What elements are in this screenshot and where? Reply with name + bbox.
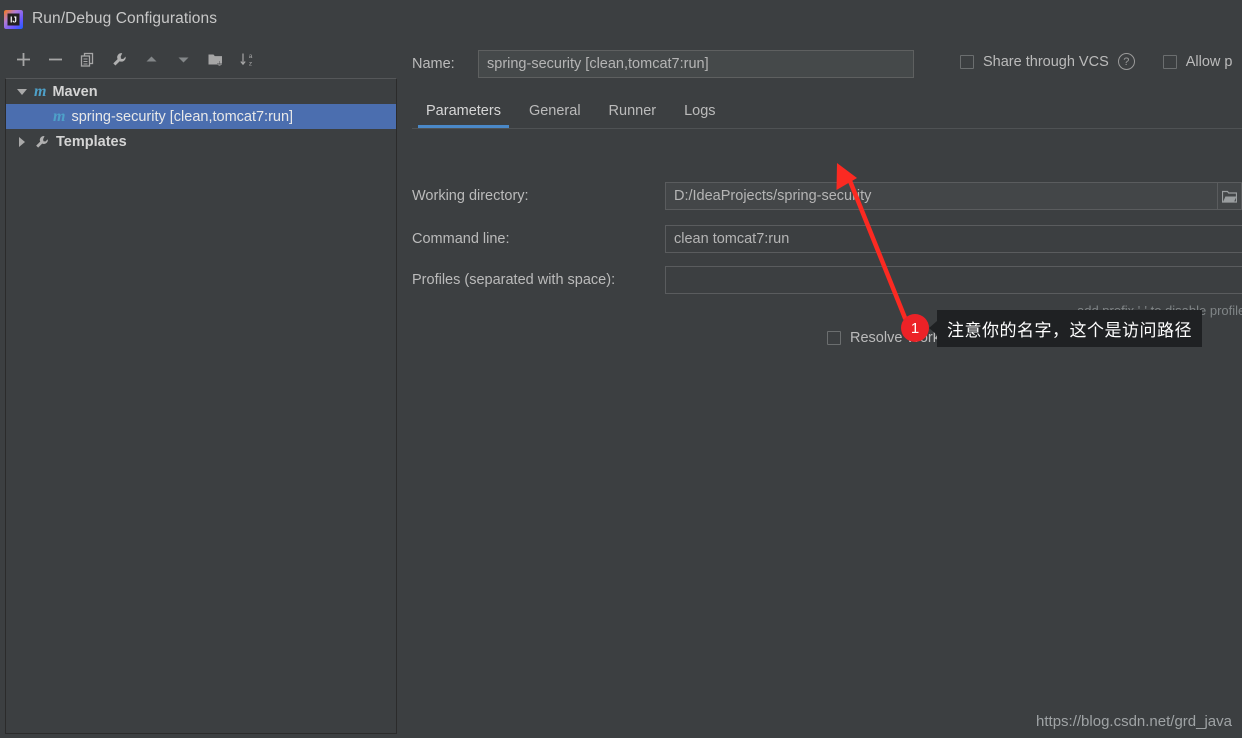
- allow-parallel-run-label: Allow p: [1185, 53, 1233, 70]
- share-through-vcs-label: Share through VCS: [983, 53, 1109, 70]
- name-input[interactable]: [478, 50, 914, 78]
- move-down-button[interactable]: [170, 46, 196, 72]
- edit-templates-button[interactable]: [106, 46, 132, 72]
- svg-text:z: z: [248, 60, 251, 67]
- window-title: Run/Debug Configurations: [32, 10, 218, 27]
- configuration-editor-panel: Name: Share through VCS ? Allow p Parame…: [400, 38, 1242, 738]
- intellij-idea-logo-icon: IJ: [4, 9, 23, 29]
- sort-configurations-button[interactable]: a z: [234, 46, 260, 72]
- tree-toolbar: a z: [0, 41, 400, 77]
- configurations-tree[interactable]: m Maven m spring-security [clean,tomcat7…: [5, 78, 397, 734]
- working-directory-input[interactable]: [665, 182, 1218, 210]
- new-folder-button[interactable]: [202, 46, 228, 72]
- command-line-input[interactable]: [665, 225, 1242, 253]
- tab-logs[interactable]: Logs: [670, 103, 729, 128]
- svg-text:IJ: IJ: [10, 15, 17, 24]
- tree-item-label: spring-security [clean,tomcat7:run]: [71, 108, 294, 125]
- editor-tabs: Parameters General Runner Logs: [412, 96, 730, 128]
- working-directory-label: Working directory:: [412, 188, 529, 204]
- watermark: https://blog.csdn.net/grd_java: [1036, 713, 1232, 730]
- svg-text:a: a: [248, 53, 252, 60]
- copy-configuration-button[interactable]: [74, 46, 100, 72]
- window-title-bar: IJ Run/Debug Configurations: [0, 0, 1242, 38]
- annotation-badge: 1: [901, 314, 929, 342]
- folder-open-icon[interactable]: [1218, 182, 1242, 210]
- share-options-row: Share through VCS ? Allow p: [960, 53, 1233, 70]
- share-through-vcs-checkbox[interactable]: [960, 54, 974, 69]
- move-up-button[interactable]: [138, 46, 164, 72]
- profiles-input[interactable]: [665, 266, 1242, 294]
- working-directory-label-row: Working directory:: [412, 182, 529, 210]
- remove-configuration-button[interactable]: [42, 46, 68, 72]
- chevron-down-icon[interactable]: [14, 84, 30, 100]
- resolve-workspace-artifacts-checkbox[interactable]: [827, 331, 841, 345]
- allow-parallel-run-checkbox[interactable]: [1162, 54, 1177, 69]
- command-line-label: Command line:: [412, 231, 510, 247]
- tab-divider: [412, 128, 1242, 129]
- name-label: Name:: [412, 56, 455, 72]
- command-line-label-row: Command line:: [412, 225, 510, 253]
- annotation-callout: 注意你的名字，这个是访问路径: [929, 310, 1202, 347]
- question-mark-icon[interactable]: ?: [1117, 53, 1135, 70]
- name-row: Name:: [412, 50, 914, 78]
- profiles-label: Profiles (separated with space):: [412, 272, 616, 288]
- tree-item-spring-security[interactable]: m spring-security [clean,tomcat7:run]: [6, 104, 396, 129]
- maven-icon: m: [53, 107, 66, 125]
- wrench-icon: [34, 134, 50, 150]
- tree-group-label-maven: Maven: [52, 83, 98, 100]
- configurations-panel: a z m Maven m spring-security [clean,tom…: [0, 38, 400, 738]
- tab-runner[interactable]: Runner: [595, 103, 671, 128]
- tree-group-maven[interactable]: m Maven: [6, 79, 396, 104]
- tab-general[interactable]: General: [515, 103, 595, 128]
- tree-group-label-templates: Templates: [56, 133, 127, 150]
- tab-parameters[interactable]: Parameters: [412, 103, 515, 128]
- maven-icon: m: [34, 82, 47, 100]
- chevron-right-icon[interactable]: [14, 134, 30, 150]
- add-configuration-button[interactable]: [10, 46, 36, 72]
- profiles-label-row: Profiles (separated with space):: [412, 266, 615, 294]
- tree-group-templates[interactable]: Templates: [6, 129, 396, 154]
